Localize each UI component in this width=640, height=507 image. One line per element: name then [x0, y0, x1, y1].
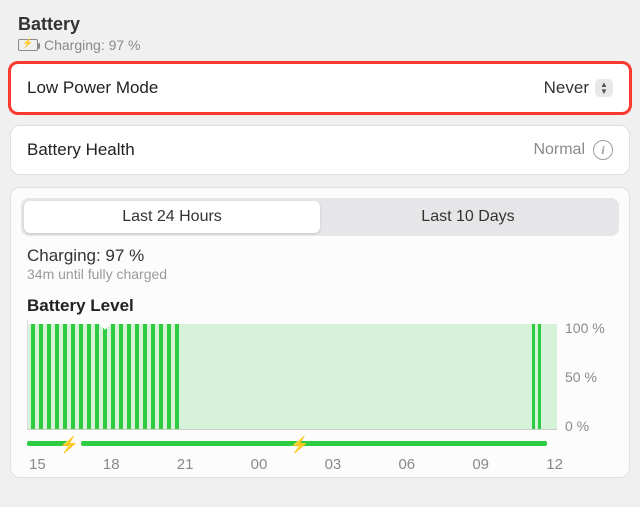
charging-timeline: ⚡ ⚡ — [27, 436, 563, 450]
tab-last-10-days[interactable]: Last 10 Days — [320, 201, 616, 233]
x-tick: 09 — [472, 456, 489, 473]
y-tick-0: 0 % — [565, 418, 613, 434]
battery-charging-icon — [18, 39, 38, 51]
battery-level-card: Last 24 Hours Last 10 Days Charging: 97 … — [10, 187, 630, 478]
low-power-mode-label: Low Power Mode — [27, 78, 158, 98]
y-tick-50: 50 % — [565, 369, 613, 385]
y-tick-100: 100 % — [565, 320, 613, 336]
x-axis: 15 18 21 00 03 06 09 12 — [29, 456, 563, 477]
chart-title: Battery Level — [27, 296, 613, 316]
charging-status: Charging: 97 % — [44, 37, 141, 53]
x-tick: 06 — [398, 456, 415, 473]
battery-level-chart — [27, 320, 557, 430]
y-axis: 100 % 50 % 0 % — [557, 320, 613, 434]
low-power-mode-value: Never — [544, 78, 589, 98]
low-power-mode-row[interactable]: Low Power Mode Never ▲▼ — [10, 63, 630, 113]
time-range-segmented: Last 24 Hours Last 10 Days — [21, 198, 619, 236]
x-tick: 21 — [177, 456, 194, 473]
time-until-full: 34m until fully charged — [27, 266, 613, 282]
charging-summary: Charging: 97 % — [27, 246, 613, 266]
info-icon[interactable]: i — [593, 140, 613, 160]
bolt-icon: ⚡ — [290, 435, 310, 455]
low-power-mode-select[interactable]: Never ▲▼ — [544, 78, 613, 98]
chevron-up-down-icon: ▲▼ — [595, 79, 613, 97]
x-tick: 03 — [325, 456, 342, 473]
bolt-icon: ⚡ — [59, 435, 79, 455]
battery-health-row[interactable]: Battery Health Normal i — [10, 125, 630, 175]
page-title: Battery — [18, 14, 622, 35]
x-tick: 12 — [546, 456, 563, 473]
tab-last-24-hours[interactable]: Last 24 Hours — [24, 201, 320, 233]
battery-health-value: Normal — [533, 141, 585, 159]
x-tick: 15 — [29, 456, 46, 473]
x-tick: 00 — [251, 456, 268, 473]
battery-health-label: Battery Health — [27, 140, 135, 160]
x-tick: 18 — [103, 456, 120, 473]
